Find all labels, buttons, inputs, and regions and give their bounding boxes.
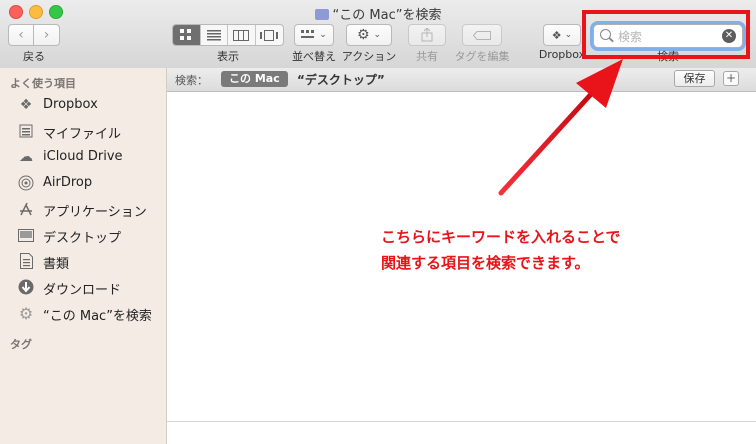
sidebar-item-label: 書類 (43, 257, 70, 272)
sidebar-item-label: ダウンロード (43, 283, 122, 298)
search-highlight-box (582, 10, 750, 59)
list-view-button[interactable] (201, 25, 228, 45)
share-icon (421, 28, 433, 42)
annotation-line-1: こちらにキーワードを入れることで (381, 228, 621, 246)
cloud-icon: ☁ (19, 149, 33, 165)
dropbox-toolbar-button[interactable]: ❖ ⌄ (543, 24, 581, 46)
dropbox-icon: ❖ (19, 97, 33, 113)
applications-icon (17, 201, 35, 217)
path-bar (167, 421, 756, 444)
all-files-icon (17, 123, 35, 139)
download-icon (17, 279, 35, 295)
columns-icon (233, 29, 250, 41)
desktop-icon (17, 227, 35, 243)
forward-button[interactable]: › (33, 24, 60, 46)
annotation-text: こちらにキーワードを入れることで 関連する項目を検索できます。 (381, 224, 621, 276)
sidebar-item-desktop[interactable]: デスクトップ (0, 224, 166, 246)
arrange-label: 並べ替え (292, 50, 336, 63)
edit-tags-label: タグを編集 (454, 50, 510, 63)
sidebar-item-label: “この Mac”を検索 (43, 309, 152, 324)
gear-icon: ⚙ (18, 303, 34, 323)
scope-this-mac-button[interactable]: この Mac (221, 71, 288, 87)
dropbox-toolbar-label: Dropbox (538, 48, 586, 61)
coverflow-view-button[interactable] (256, 25, 283, 45)
column-view-button[interactable] (228, 25, 256, 45)
sidebar: よく使う項目 ❖ Dropbox マイファイル ☁ iCloud Drive A… (0, 68, 167, 444)
sidebar-item-label: Dropbox (43, 97, 98, 112)
view-label: 表示 (217, 50, 239, 63)
list-icon (206, 29, 221, 40)
sidebar-item-label: AirDrop (43, 175, 93, 190)
scope-label: 検索： (175, 74, 208, 87)
sidebar-item-label: iCloud Drive (43, 149, 123, 164)
gear-icon: ⚙ (356, 27, 370, 43)
sidebar-item-label: デスクトップ (43, 231, 122, 246)
finder-window: “この Mac”を検索 ‹ › 戻る 表示 ⌄ 並べ替え ⚙ ⌄ アクション 共… (0, 0, 756, 444)
chevron-left-icon: ‹ (18, 27, 24, 43)
back-button[interactable]: ‹ (8, 24, 34, 46)
sidebar-item-search-this-mac[interactable]: ⚙ “この Mac”を検索 (0, 302, 166, 325)
search-scope-bar: 検索： この Mac “デスクトップ” 保存 + (167, 68, 756, 92)
documents-icon (17, 253, 35, 269)
arrange-icon (301, 30, 315, 38)
scope-desktop-button[interactable]: “デスクトップ” (297, 71, 385, 88)
save-search-button[interactable]: 保存 (674, 70, 715, 87)
coverflow-icon (260, 29, 279, 41)
action-button[interactable]: ⚙ ⌄ (346, 24, 392, 46)
sidebar-item-all-my-files[interactable]: マイファイル (0, 120, 166, 142)
edit-tags-button[interactable] (462, 24, 502, 46)
chevron-down-icon: ⌄ (373, 30, 382, 40)
dropbox-icon: ❖ (551, 28, 562, 42)
chevron-right-icon: › (43, 27, 50, 43)
tag-icon (473, 30, 491, 40)
smart-folder-icon (314, 9, 329, 20)
sidebar-item-downloads[interactable]: ダウンロード (0, 276, 166, 298)
sidebar-item-label: アプリケーション (43, 205, 147, 220)
sidebar-item-dropbox[interactable]: ❖ Dropbox (0, 94, 166, 116)
arrange-button[interactable]: ⌄ (294, 24, 334, 46)
sidebar-item-label: マイファイル (43, 127, 122, 142)
chevron-down-icon: ⌄ (564, 30, 573, 40)
chevron-down-icon: ⌄ (319, 30, 327, 40)
back-label: 戻る (23, 50, 45, 63)
sidebar-item-airdrop[interactable]: AirDrop (0, 172, 166, 194)
tags-header: タグ (10, 338, 32, 351)
sidebar-item-applications[interactable]: アプリケーション (0, 198, 166, 220)
airdrop-icon (17, 175, 35, 191)
add-criteria-button[interactable]: + (723, 71, 739, 86)
icon-view-button[interactable] (173, 25, 201, 45)
favorites-header: よく使う項目 (10, 77, 76, 90)
icon-grid-icon (180, 29, 192, 40)
share-button[interactable] (408, 24, 446, 46)
sidebar-item-documents[interactable]: 書類 (0, 250, 166, 272)
view-mode-control[interactable] (172, 24, 284, 46)
annotation-line-2: 関連する項目を検索できます。 (381, 254, 590, 272)
sidebar-item-icloud-drive[interactable]: ☁ iCloud Drive (0, 146, 166, 168)
share-label: 共有 (416, 50, 438, 63)
action-label: アクション (341, 50, 397, 63)
